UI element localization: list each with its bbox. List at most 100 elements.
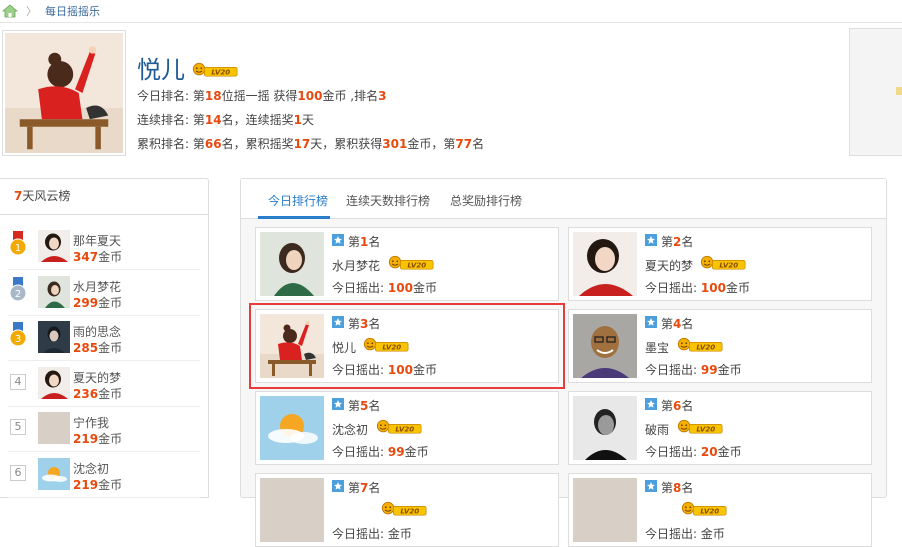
- list-item[interactable]: 6 沈念初 219金币: [8, 453, 200, 498]
- coin-amount: 347金币: [73, 250, 123, 264]
- shake-result: 今日摇出: 100金币: [645, 281, 750, 295]
- avatar: [573, 314, 637, 378]
- svg-text:3: 3: [15, 334, 21, 345]
- today-rank-line: 今日排名: 第18位摇一摇 获得100金币 ,排名3: [137, 89, 387, 103]
- total-rank-line: 累积排名: 第66名，累积摇奖17天，累积获得301金币，第77名: [137, 137, 485, 151]
- avatar: [38, 412, 70, 444]
- level-badge-icon: [677, 337, 723, 353]
- user-name: 夏天的梦: [645, 259, 694, 273]
- user-name: 破雨: [645, 423, 670, 437]
- user-name: 水月梦花: [73, 279, 122, 294]
- list-item[interactable]: 5 宁作我 219金币: [8, 407, 200, 452]
- user-name: 沈念初: [73, 461, 110, 476]
- level-badge-icon: [192, 62, 238, 78]
- coin-amount: 299金币: [73, 295, 123, 310]
- profile-avatar: [2, 30, 126, 156]
- level-badge-icon: [700, 255, 746, 271]
- rank-card[interactable]: 第1名 水月梦花 今日摇出: 100金币: [255, 227, 559, 301]
- list-item[interactable]: 2 水月梦花 299金币: [8, 271, 200, 316]
- level-badge-icon: [376, 419, 422, 435]
- rank-card[interactable]: 第6名 破雨 今日摇出: 20金币: [568, 391, 872, 465]
- tab-today[interactable]: 今日排行榜: [268, 192, 328, 209]
- side-widget: [849, 28, 902, 156]
- avatar: [38, 321, 70, 353]
- rank-label: 第1名: [348, 235, 381, 249]
- user-name: 雨的思念: [73, 325, 122, 339]
- user-name: 水月梦花: [332, 259, 381, 273]
- home-icon[interactable]: [2, 4, 18, 18]
- list-item[interactable]: 3 雨的思念 285金币: [8, 316, 200, 361]
- list-item[interactable]: 1 那年夏天 347金币: [8, 225, 200, 270]
- bookmark-icon: [645, 316, 657, 328]
- shake-result: 今日摇出: 99金币: [332, 445, 429, 459]
- shake-result: 今日摇出: 20金币: [645, 445, 742, 459]
- coin-amount: 285金币: [73, 341, 123, 355]
- coin-amount: 236金币: [73, 386, 123, 401]
- bookmark-icon: [645, 480, 657, 492]
- medal-icon: 3: [9, 322, 27, 347]
- rank-number: 4: [10, 373, 26, 390]
- rank-label: 第2名: [661, 235, 694, 249]
- medal-icon: 2: [9, 276, 27, 301]
- avatar: [260, 478, 324, 542]
- bookmark-icon: [645, 398, 657, 410]
- tab-streak[interactable]: 连续天数排行榜: [346, 192, 430, 209]
- coin-amount: 219金币: [73, 432, 123, 446]
- level-badge-icon: [681, 501, 727, 517]
- shake-result: 今日摇出: 99金币: [645, 363, 742, 377]
- avatar: [260, 396, 324, 460]
- list-item[interactable]: 4 夏天的梦 236金币: [8, 362, 200, 407]
- user-name: 沈念初: [332, 423, 369, 437]
- rank-label: 第8名: [661, 481, 694, 495]
- rank-card[interactable]: 第4名 墨宝 今日摇出: 99金币: [568, 309, 872, 383]
- breadcrumb-current[interactable]: 每日摇摇乐: [45, 3, 100, 19]
- user-name: 墨宝: [645, 341, 670, 355]
- user-name: 夏天的梦: [73, 370, 122, 385]
- level-badge-icon: [363, 337, 409, 353]
- rank-card[interactable]: 第2名 夏天的梦 今日摇出: 100金币: [568, 227, 872, 301]
- breadcrumb: 〉 每日摇摇乐: [0, 0, 100, 22]
- avatar: [573, 478, 637, 542]
- shake-result: 今日摇出: 100金币: [332, 281, 437, 295]
- weekly-board-title: 7天风云榜: [0, 179, 208, 215]
- user-name: 那年夏天: [73, 234, 122, 248]
- avatar: [573, 232, 637, 296]
- shake-result: 今日摇出: 金币: [332, 527, 412, 541]
- avatar: [260, 314, 324, 378]
- bookmark-icon: [332, 234, 344, 246]
- avatar: [38, 367, 70, 399]
- svg-text:2: 2: [15, 289, 21, 300]
- medal-icon: 1: [9, 231, 27, 256]
- tab-total[interactable]: 总奖励排行榜: [450, 192, 522, 209]
- bookmark-icon: [332, 398, 344, 410]
- avatar: [260, 232, 324, 296]
- shake-result: 今日摇出: 100金币: [332, 363, 437, 377]
- divider: [0, 22, 902, 23]
- bookmark-icon: [645, 234, 657, 246]
- rank-card[interactable]: 第5名 沈念初 今日摇出: 99金币: [255, 391, 559, 465]
- rank-number: 6: [10, 464, 26, 481]
- level-badge-icon: [381, 501, 427, 517]
- rank-label: 第7名: [348, 481, 381, 495]
- rank-card[interactable]: 第8名 今日摇出: 金币: [568, 473, 872, 547]
- coin-amount: 219金币: [73, 477, 123, 492]
- avatar: [38, 230, 70, 262]
- user-name: 悦儿: [332, 341, 357, 355]
- rank-label: 第3名: [348, 317, 381, 331]
- rank-card[interactable]: 第7名 今日摇出: 金币: [255, 473, 559, 547]
- tab-bar: 今日排行榜 连续天数排行榜 总奖励排行榜: [241, 179, 886, 219]
- rank-card[interactable]: 第3名 悦儿 今日摇出: 100金币: [249, 303, 565, 389]
- user-name: 宁作我: [73, 416, 110, 430]
- avatar: [573, 396, 637, 460]
- chevron-right-icon: 〉: [26, 5, 37, 18]
- rank-number: 5: [10, 419, 26, 435]
- shake-result: 今日摇出: 金币: [645, 527, 725, 541]
- svg-text:1: 1: [15, 243, 21, 254]
- streak-rank-line: 连续排名: 第14名，连续摇奖1天: [137, 113, 314, 127]
- profile-name: 悦儿: [137, 56, 185, 84]
- level-badge-icon: [677, 419, 723, 435]
- level-badge-icon: [388, 255, 434, 271]
- bookmark-icon: [332, 480, 344, 492]
- avatar: [38, 276, 70, 308]
- bookmark-icon: [332, 316, 344, 328]
